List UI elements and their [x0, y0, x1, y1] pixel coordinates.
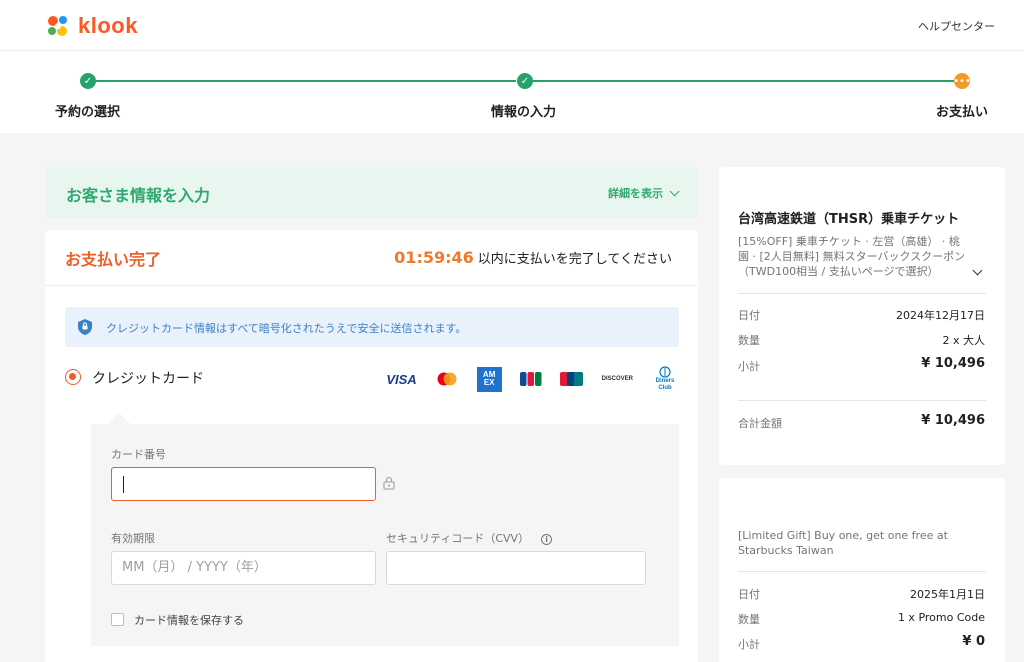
step-connector — [96, 80, 516, 82]
summary-total: 合計金額 ¥ 10,496 — [738, 413, 985, 431]
guest-info-section[interactable]: お客さま情報を入力 詳細を表示 — [45, 167, 698, 218]
payment-section: お支払い完了 01:59:46 以内に支払いを完了してください クレジットカード情… — [45, 230, 698, 662]
show-details-label: 詳細を表示 — [608, 187, 663, 200]
divider — [738, 400, 986, 401]
gift-description: [Limited Gift] Buy one, get one free at … — [738, 529, 948, 557]
expiry-label: 有効期限 — [111, 532, 155, 545]
gift-row-label: 小計 — [738, 638, 760, 651]
save-card-label[interactable]: カード情報を保存する — [134, 612, 244, 628]
payment-title: お支払い完了 — [65, 250, 162, 269]
order-summary-card: 台湾高速鉄道（THSR）乗車チケット [15%OFF] 乗車チケット · 左営（… — [719, 167, 1005, 465]
product-title: 台湾高速鉄道（THSR）乗車チケット — [738, 212, 960, 227]
gift-row-value: 2025年1月1日 — [910, 588, 985, 601]
security-notice-text: クレジットカード情報はすべて暗号化されたうえで安全に送信されます。 — [106, 322, 467, 335]
diners-club-text: Diners Club — [655, 378, 675, 391]
summary-row-date: 日付 2024年12月17日 — [738, 307, 985, 323]
check-icon: ✓ — [517, 73, 533, 89]
klook-logo-icon — [48, 16, 67, 36]
countdown-timer: 01:59:46 — [394, 248, 474, 267]
discover-icon: DISCOVER — [601, 376, 633, 382]
mastercard-icon — [437, 372, 457, 386]
gift-summary-card: [Limited Gift] Buy one, get one free at … — [719, 478, 1005, 662]
total-label: 合計金額 — [738, 417, 782, 430]
summary-row-label: 数量 — [738, 334, 760, 347]
top-header: klook ヘルプセンター — [0, 0, 1024, 51]
text-caret — [123, 476, 124, 493]
cvv-label: セキュリティコード（CVV） — [386, 532, 530, 545]
diners-club-icon: Diners Club — [651, 366, 679, 392]
save-card-checkbox[interactable] — [111, 613, 124, 626]
timer-suffix: 以内に支払いを完了してください — [477, 252, 672, 267]
step-label-payment: お支払い — [936, 105, 989, 120]
klook-logo[interactable]: klook — [44, 12, 138, 40]
unionpay-icon — [559, 372, 583, 386]
summary-row-quantity: 数量 2 x 大人 — [738, 332, 985, 348]
expiry-input[interactable]: MM（月） / YYYY（年） — [111, 551, 376, 585]
summary-row-label: 日付 — [738, 309, 760, 322]
gift-row-date: 日付 2025年1月1日 — [738, 586, 985, 602]
brand-name: klook — [78, 13, 138, 38]
gift-row-subtotal: 小計 ¥ 0 — [738, 634, 985, 652]
summary-row-subtotal: 小計 ¥ 10,496 — [738, 356, 985, 374]
check-icon: ✓ — [80, 73, 96, 89]
amex-icon: AM EX — [476, 366, 502, 392]
visa-icon: VISA — [386, 371, 417, 387]
card-number-label: カード番号 — [111, 448, 166, 461]
jcb-icon — [519, 372, 542, 386]
diners-club-logo-icon — [659, 366, 671, 378]
summary-row-value: ¥ 10,496 — [921, 356, 985, 371]
step-label-select: 予約の選択 — [55, 105, 121, 120]
credit-card-label: クレジットカード — [92, 371, 204, 387]
credit-card-radio[interactable] — [65, 369, 81, 385]
gift-row-label: 数量 — [738, 613, 760, 626]
lock-icon — [383, 476, 395, 490]
cvv-label-wrap: セキュリティコード（CVV） i — [386, 530, 553, 546]
summary-row-value: 2024年12月17日 — [896, 309, 985, 322]
ellipsis-icon: ••• — [953, 73, 971, 89]
chevron-down-icon — [669, 185, 680, 196]
cvv-input[interactable] — [386, 551, 646, 585]
gift-row-value: ¥ 0 — [962, 634, 985, 649]
total-value: ¥ 10,496 — [921, 413, 985, 428]
step-connector — [533, 80, 954, 82]
gift-row-label: 日付 — [738, 588, 760, 601]
show-details-button[interactable]: 詳細を表示 — [608, 185, 680, 201]
summary-row-value: 2 x 大人 — [942, 334, 985, 347]
security-notice: クレジットカード情報はすべて暗号化されたうえで安全に送信されます。 — [65, 307, 679, 347]
payment-header: お支払い完了 01:59:46 以内に支払いを完了してください — [45, 230, 698, 286]
card-form: カード番号 有効期限 MM（月） / YYYY（年） セキュリティコード（CVV… — [91, 424, 679, 646]
guest-info-title: お客さま情報を入力 — [66, 186, 211, 205]
gift-row-quantity: 数量 1 x Promo Code — [738, 611, 985, 627]
progress-stepper: ✓ ✓ ••• 予約の選択 情報の入力 お支払い — [0, 51, 1024, 133]
shield-icon — [78, 319, 92, 335]
chevron-down-icon[interactable] — [972, 265, 983, 276]
divider — [738, 293, 986, 294]
step-label-info: 情報の入力 — [491, 105, 557, 120]
card-number-input[interactable] — [111, 467, 376, 501]
credit-card-option[interactable]: クレジットカード VISA AM EX DISCOVER Diners Club — [65, 366, 679, 392]
info-icon[interactable]: i — [541, 533, 553, 545]
card-brand-list: VISA AM EX DISCOVER Diners Club — [386, 366, 679, 392]
summary-row-label: 小計 — [738, 360, 760, 373]
gift-row-value: 1 x Promo Code — [897, 611, 985, 624]
payment-timer: 01:59:46 以内に支払いを完了してください — [394, 248, 672, 267]
divider — [738, 571, 986, 572]
product-description: [15%OFF] 乗車チケット · 左営（高雄） · 桃園 · [2人目無料] … — [738, 235, 966, 278]
help-center-link[interactable]: ヘルプセンター — [918, 18, 995, 34]
